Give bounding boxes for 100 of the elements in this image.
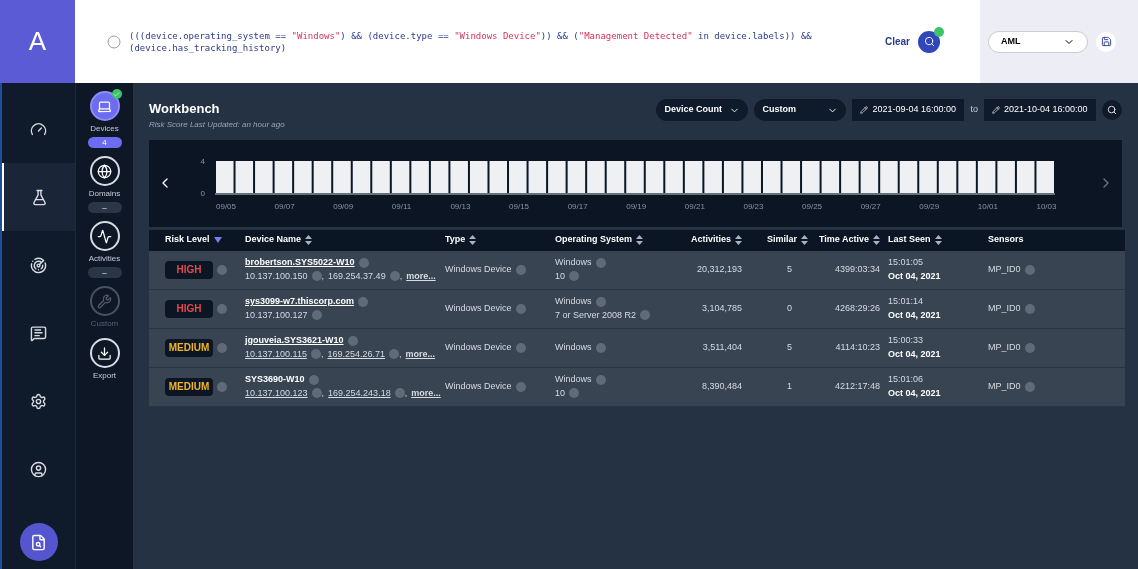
table-cell-text: MP_ID0 — [988, 379, 1021, 393]
table-cell-text: Oct 04, 2021 — [888, 386, 942, 400]
search-icon — [923, 36, 935, 47]
logo[interactable]: A — [0, 0, 75, 83]
sort-icon[interactable] — [873, 235, 880, 245]
ip-address[interactable]: 10.137.100.115 — [245, 347, 307, 361]
ip-address[interactable]: 10.137.100.150 — [245, 269, 308, 283]
info-icon[interactable] — [1024, 264, 1035, 275]
sort-icon[interactable] — [934, 235, 942, 245]
ip-address[interactable]: 10.137.100.127 — [245, 308, 308, 322]
column-header[interactable]: Type — [445, 233, 466, 247]
info-icon[interactable] — [217, 381, 227, 392]
column-header[interactable]: Activities — [690, 233, 731, 247]
info-icon[interactable] — [515, 381, 526, 392]
gauge-icon — [30, 120, 47, 138]
info-icon[interactable] — [595, 342, 606, 353]
table-cell-text: MP_ID0 — [988, 262, 1021, 276]
settings-icon — [30, 392, 47, 410]
info-icon[interactable] — [358, 257, 369, 268]
investigate-button[interactable] — [19, 523, 58, 561]
info-icon[interactable] — [217, 264, 227, 275]
separator: , — [399, 347, 402, 361]
x-tick-label: 09/27 — [860, 202, 882, 211]
column-header[interactable]: Device Name — [245, 233, 302, 247]
table-cell-text: Windows — [555, 256, 592, 269]
device-name-link[interactable]: brobertson.SYS5022-W10 — [245, 256, 355, 270]
pencil-icon — [860, 106, 869, 114]
more-link[interactable]: more... — [405, 347, 435, 361]
query-text[interactable]: (((device.operating_system == "Windows") && (device.type == "Windows Device")) && ("Management Detected" in device.labels)) && (device.has_tracking_history) — [129, 29, 819, 54]
facet-label: Devices — [90, 123, 119, 135]
date-field[interactable]: 2021-10-04 16:00:00 — [984, 99, 1096, 121]
device-name-link[interactable]: jgouveia.SYS3621-W10 — [245, 334, 344, 348]
info-icon[interactable] — [347, 335, 358, 346]
save-button[interactable] — [1096, 31, 1116, 52]
search-button[interactable] — [1102, 100, 1122, 120]
table-cell-text: 5 — [786, 262, 793, 276]
info-icon[interactable] — [569, 388, 579, 399]
sort-icon[interactable] — [801, 235, 808, 245]
page-subtitle: Risk Score Last Updated: an hour ago — [149, 118, 285, 131]
metric-select[interactable]: Device Count — [656, 99, 749, 121]
device-name-link[interactable]: sys3099-w7.thiscorp.com — [245, 295, 355, 309]
info-icon[interactable] — [389, 349, 399, 360]
table-cell-text: 4268:29:26 — [833, 301, 881, 315]
separator: , — [399, 269, 403, 283]
risk-label: MEDIUM — [168, 380, 210, 394]
info-icon[interactable] — [389, 271, 400, 282]
ip-address[interactable]: 169.254.243.18 — [328, 386, 391, 400]
info-icon[interactable] — [569, 271, 579, 282]
device-name-link[interactable]: SYS3690-W10 — [245, 373, 305, 387]
sort-icon[interactable] — [636, 235, 644, 245]
rail-item[interactable] — [2, 163, 75, 231]
ip-address[interactable]: 169.254.26.71 — [327, 347, 385, 361]
column-header[interactable]: Sensors — [988, 233, 1024, 247]
facet-button[interactable] — [89, 91, 120, 121]
ip-address[interactable]: 10.137.100.123 — [245, 386, 308, 400]
sort-icon[interactable] — [735, 235, 742, 245]
table-cell: 7 or Server 2008 R2 — [555, 308, 637, 322]
ip-address[interactable]: 169.254.37.49 — [328, 269, 386, 283]
column-header[interactable]: Similar — [767, 233, 797, 247]
info-icon[interactable] — [311, 388, 322, 399]
risk-label: HIGH — [176, 302, 202, 316]
sort-icon[interactable] — [469, 235, 477, 245]
info-icon[interactable] — [595, 257, 606, 268]
column-header[interactable]: Time Active — [818, 233, 869, 247]
more-link[interactable]: more... — [406, 269, 436, 283]
info-icon[interactable] — [1024, 303, 1035, 314]
column-header[interactable]: Operating System — [555, 233, 633, 247]
info-icon[interactable] — [358, 296, 369, 307]
info-icon[interactable] — [394, 388, 405, 399]
download-icon — [97, 345, 112, 361]
info-icon[interactable] — [595, 374, 606, 385]
table-cell-text: 4212:17:48 — [833, 379, 881, 393]
pencil-icon — [992, 106, 1000, 114]
clear-link[interactable]: Clear — [885, 34, 910, 49]
more-link[interactable]: more... — [411, 386, 441, 400]
flask-icon — [31, 188, 48, 206]
info-icon[interactable] — [217, 342, 227, 353]
info-icon[interactable] — [310, 349, 321, 360]
range-select[interactable]: Custom — [754, 99, 847, 121]
table-cell-text: MP_ID0 — [988, 301, 1021, 315]
info-icon[interactable] — [515, 264, 526, 275]
sort-icon[interactable] — [305, 235, 313, 245]
info-icon[interactable] — [311, 310, 322, 321]
info-icon[interactable] — [515, 303, 526, 314]
sort-down-icon[interactable] — [213, 237, 222, 243]
info-icon[interactable] — [515, 342, 526, 353]
mode-select[interactable]: AML — [988, 30, 1088, 53]
info-icon[interactable] — [1024, 381, 1035, 392]
info-icon[interactable] — [1024, 342, 1035, 353]
info-icon[interactable] — [308, 374, 319, 385]
info-icon[interactable] — [311, 271, 322, 282]
column-header[interactable]: Risk Level — [165, 233, 210, 247]
table-cell-text: 15:00:33 — [888, 334, 925, 347]
info-icon[interactable] — [217, 303, 227, 314]
x-tick-label: 10/01 — [977, 202, 999, 211]
date-field[interactable]: 2021-09-04 16:00:00 — [852, 99, 965, 121]
info-icon[interactable] — [595, 296, 606, 307]
info-icon[interactable] — [640, 310, 651, 321]
column-header[interactable]: Last Seen — [888, 233, 931, 247]
laptop-icon — [97, 98, 112, 114]
